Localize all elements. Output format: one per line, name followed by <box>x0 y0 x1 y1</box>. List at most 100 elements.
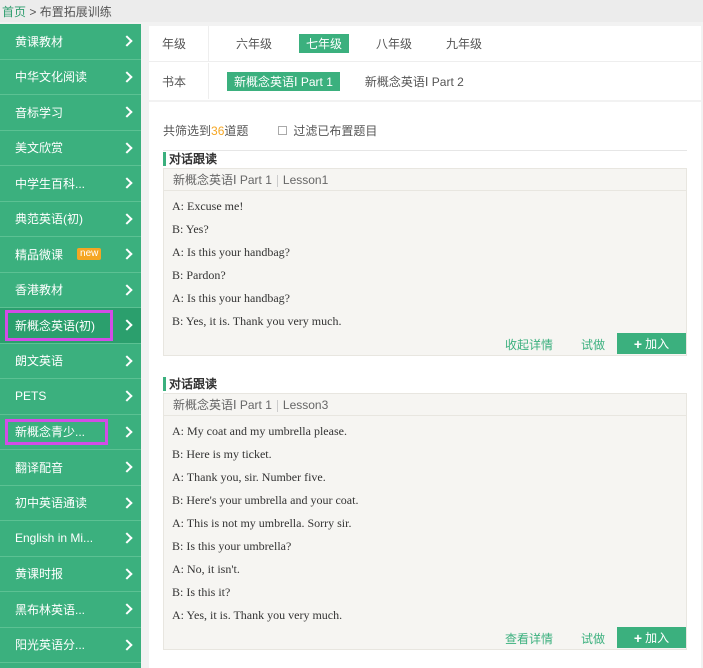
sidebar-item-label: 阳光英语分... <box>15 638 86 653</box>
dialogue-line: B: Yes? <box>172 222 209 236</box>
new-badge: new <box>77 248 102 261</box>
card-header: 新概念英语Ⅰ Part 1 Lesson3 <box>164 394 686 416</box>
question-card: 对话跟读 新概念英语Ⅰ Part 1 Lesson3 A: My coat and… <box>163 377 687 650</box>
sidebar-item[interactable]: 中华文化阅读 <box>0 60 141 95</box>
dialogue-line: B: Is this it? <box>172 585 231 599</box>
sidebar-item-label: 翻译配音 <box>15 460 64 475</box>
dialogue-line: B: Pardon? <box>172 268 226 282</box>
dialogue-line: A: Thank you, sir. Number five. <box>172 470 326 484</box>
filter-panel: 年级 六年级 七年级 八年级 九年级 书本 新概念英语Ⅰ Part 1 新概念英… <box>149 26 701 100</box>
dialogue-line: A: This is not my umbrella. Sorry sir. <box>172 516 352 530</box>
main-content: 年级 六年级 七年级 八年级 九年级 书本 新概念英语Ⅰ Part 1 新概念英… <box>141 22 703 668</box>
sidebar-item[interactable]: 黄课教材 <box>0 24 141 60</box>
sidebar-item[interactable]: 初中英语通读 <box>0 486 141 521</box>
sidebar-item-label: 美文欣赏 <box>15 141 64 156</box>
plus-icon: + <box>633 629 643 646</box>
chevron-right-icon <box>121 568 133 580</box>
card-type-title: 对话跟读 <box>163 377 687 391</box>
chevron-right-icon <box>121 639 133 651</box>
try-link[interactable]: 试做 <box>581 336 605 353</box>
divider <box>276 399 278 412</box>
grade-option-selected[interactable]: 七年级 <box>299 34 350 53</box>
grade-filter-row: 年级 六年级 七年级 八年级 九年级 <box>149 26 701 62</box>
sidebar-item[interactable]: PETS <box>0 379 141 415</box>
plus-icon: + <box>633 335 643 352</box>
sidebar-item-label: 新概念英语(初) <box>15 318 95 333</box>
sidebar-item[interactable]: 黑布林英语... <box>0 592 141 628</box>
sidebar-item-label: 中华文化阅读 <box>15 70 88 85</box>
sidebar-item-label: 黄课时报 <box>15 567 64 582</box>
card-body: 新概念英语Ⅰ Part 1 Lesson3 A: My coat and my u… <box>163 393 687 650</box>
chevron-right-icon <box>121 603 133 615</box>
book-label: 书本 <box>149 63 209 99</box>
chevron-right-icon <box>121 35 133 47</box>
sidebar-item-active[interactable]: 新概念英语(初) <box>0 308 141 344</box>
sidebar-item-label: 中学生百科... <box>15 176 86 191</box>
breadcrumb: 首页 > 布置拓展训练 <box>0 0 703 22</box>
chevron-right-icon <box>121 355 133 367</box>
card-header: 新概念英语Ⅰ Part 1 Lesson1 <box>164 169 686 191</box>
chevron-right-icon <box>121 71 133 83</box>
sidebar-item[interactable]: 香港教材 <box>0 273 141 308</box>
grade-option[interactable]: 八年级 <box>369 34 419 53</box>
try-link[interactable]: 试做 <box>581 630 605 647</box>
add-button[interactable]: + 加入 <box>617 627 686 648</box>
sidebar-item-label: 精品微课 <box>15 247 64 262</box>
sidebar-item[interactable]: 美文欣赏 <box>0 131 141 166</box>
book-filter-row: 书本 新概念英语Ⅰ Part 1 新概念英语Ⅰ Part 2 <box>149 63 701 99</box>
sidebar-item[interactable]: 翻译配音 <box>0 450 141 486</box>
sidebar-item[interactable]: 中学生百科... <box>0 166 141 202</box>
sidebar-item[interactable]: 新概念青少... <box>0 415 141 450</box>
sidebar-item[interactable]: 典范英语(初) <box>0 202 141 237</box>
filter-assigned-label[interactable]: 过滤已布置题目 <box>293 122 377 139</box>
grade-option[interactable]: 九年级 <box>439 34 489 53</box>
sidebar-item[interactable]: 精品微课 new <box>0 237 141 273</box>
chevron-right-icon <box>121 532 133 544</box>
chevron-right-icon <box>121 248 133 260</box>
chevron-right-icon <box>121 426 133 438</box>
sidebar-item-label: English in Mi... <box>15 531 94 546</box>
card-actions: 查看详情 试做 + 加入 <box>164 627 686 649</box>
sidebar-item[interactable]: English in Mi... <box>0 521 141 557</box>
chevron-right-icon <box>121 497 133 509</box>
dialogue-line: A: Yes, it is. Thank you very much. <box>172 608 343 622</box>
dialogue-line: B: Here's your umbrella and your coat. <box>172 493 359 507</box>
sidebar-item[interactable]: 阳光英语分... <box>0 628 141 663</box>
sidebar-item[interactable]: 黄课时报 <box>0 557 141 592</box>
book-option[interactable]: 新概念英语Ⅰ Part 2 <box>358 72 471 91</box>
add-button[interactable]: + 加入 <box>617 333 686 354</box>
sidebar-item-label: PETS <box>15 389 47 404</box>
view-details-link[interactable]: 查看详情 <box>505 630 553 647</box>
add-button-label: 加入 <box>645 337 670 351</box>
dialogue-line: A: Excuse me! <box>172 199 244 213</box>
dialogue-line: A: Is this your handbag? <box>172 291 290 305</box>
sidebar-item-label: 朗文英语 <box>15 354 64 369</box>
card-book: 新概念英语Ⅰ Part 1 <box>173 398 272 412</box>
chevron-right-icon <box>121 177 133 189</box>
sidebar-item-label: 黄课教材 <box>15 34 64 49</box>
grade-option[interactable]: 六年级 <box>229 34 279 53</box>
sidebar-item[interactable]: 音标学习 <box>0 95 141 131</box>
sidebar-item[interactable]: 朗文英语 <box>0 344 141 379</box>
dialogue-lines: A: Excuse me! B: Yes? A: Is this your ha… <box>164 191 686 333</box>
card-body: 新概念英语Ⅰ Part 1 Lesson1 A: Excuse me! B: Ye… <box>163 168 687 356</box>
filter-assigned-checkbox[interactable] <box>278 126 288 135</box>
card-type-title: 对话跟读 <box>163 152 687 166</box>
dialogue-line: A: My coat and my umbrella please. <box>172 424 347 438</box>
card-lesson: Lesson3 <box>282 398 329 412</box>
grade-label: 年级 <box>149 26 209 61</box>
breadcrumb-separator: > <box>26 5 40 19</box>
chevron-right-icon <box>121 213 133 225</box>
breadcrumb-home-link[interactable]: 首页 <box>2 5 26 19</box>
sidebar: 黄课教材 中华文化阅读 音标学习 美文欣赏 中学生百科... 典范英语(初) 精… <box>0 24 141 668</box>
question-panel: 共筛选到 36 道题 过滤已布置题目 对话跟读 新概念英语Ⅰ Part 1 Lesso… <box>149 102 701 668</box>
sidebar-item-label: 香港教材 <box>15 283 64 298</box>
book-option-selected[interactable]: 新概念英语Ⅰ Part 1 <box>227 71 340 91</box>
divider <box>276 174 278 187</box>
result-count: 36 <box>211 123 225 138</box>
sidebar-item-label: 初中英语通读 <box>15 496 88 511</box>
dialogue-line: B: Yes, it is. Thank you very much. <box>172 314 342 328</box>
collapse-details-link[interactable]: 收起详情 <box>505 336 553 353</box>
card-book: 新概念英语Ⅰ Part 1 <box>173 173 272 187</box>
sidebar-item-label: 黑布林英语... <box>15 602 86 617</box>
